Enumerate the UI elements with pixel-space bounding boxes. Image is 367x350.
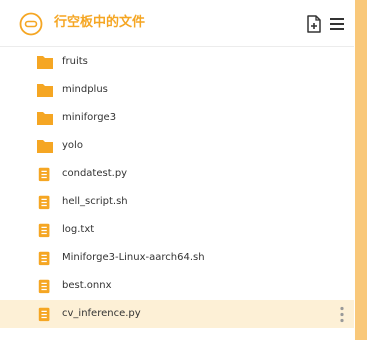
file-name: condatest.py [62,168,128,179]
file-item[interactable]: log.txt [0,216,354,244]
file-name: hell_script.sh [62,196,128,207]
file-name: yolo [62,140,83,151]
file-item[interactable]: cv_inference.py [0,300,354,328]
file-icon [38,307,50,322]
hamburger-menu-icon[interactable] [329,15,345,33]
file-name: mindplus [62,84,108,95]
file-panel: 行空板中的文件 fruits mindplus miniforge3 yolo cond… [0,0,367,350]
folder-item[interactable]: yolo [0,132,354,160]
file-icon [38,195,50,210]
file-name: log.txt [62,224,95,235]
file-icon [38,251,50,266]
folder-icon [37,56,53,69]
scrollbar[interactable] [355,0,367,340]
file-item[interactable]: hell_script.sh [0,188,354,216]
file-name: miniforge3 [62,112,117,123]
file-name: fruits [62,56,88,67]
panel-title: 行空板中的文件 [54,15,146,30]
folder-item[interactable]: miniforge3 [0,104,354,132]
file-icon [38,223,50,238]
more-options-icon[interactable] [338,306,346,323]
new-file-icon[interactable] [306,15,322,33]
file-item[interactable]: Miniforge3-Linux-aarch64.sh [0,244,354,272]
panel-header: 行空板中的文件 [0,0,354,47]
file-name: best.onnx [62,280,112,291]
unihiker-logo-icon [19,12,43,36]
file-icon [38,167,50,182]
folder-icon [37,112,53,125]
file-name: Miniforge3-Linux-aarch64.sh [62,252,205,263]
folder-item[interactable]: mindplus [0,76,354,104]
folder-icon [37,84,53,97]
folder-item[interactable]: fruits [0,48,354,76]
file-icon [38,279,50,294]
file-item[interactable]: condatest.py [0,160,354,188]
file-item[interactable]: best.onnx [0,272,354,300]
file-name: cv_inference.py [62,308,141,319]
folder-icon [37,140,53,153]
